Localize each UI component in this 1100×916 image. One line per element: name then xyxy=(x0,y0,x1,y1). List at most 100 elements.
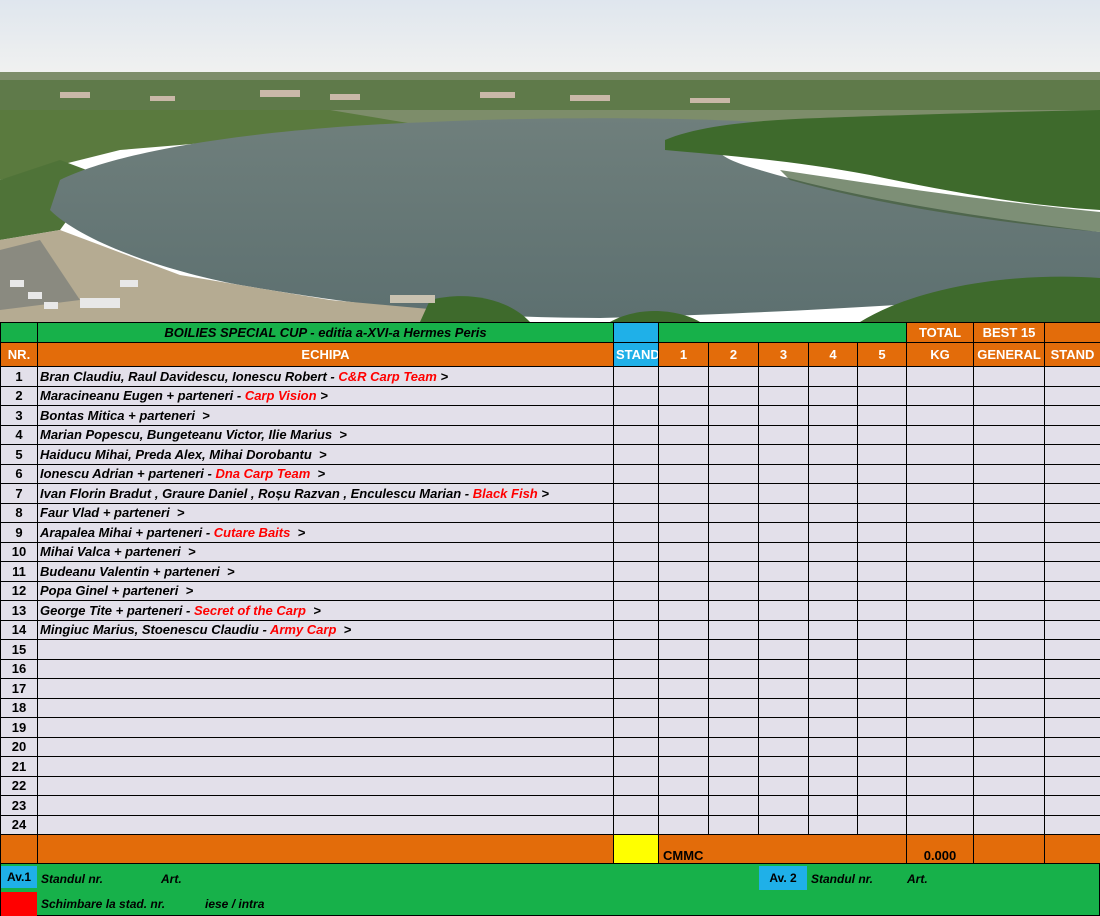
stand-cell[interactable] xyxy=(613,366,659,387)
round-cell-1[interactable] xyxy=(658,366,709,387)
final-stand-cell[interactable] xyxy=(1044,561,1100,582)
round-cell-3[interactable] xyxy=(758,658,809,679)
round-cell-5[interactable] xyxy=(857,619,907,640)
round-cell-5[interactable] xyxy=(857,424,907,445)
round-cell-2[interactable] xyxy=(708,814,759,835)
final-stand-cell[interactable] xyxy=(1044,541,1100,562)
team-cell[interactable]: Faur Vlad + parteneri > xyxy=(37,502,614,523)
round-cell-3[interactable] xyxy=(758,580,809,601)
stand-cell[interactable] xyxy=(613,502,659,523)
stand-cell[interactable] xyxy=(613,639,659,660)
round-cell-1[interactable] xyxy=(658,697,709,718)
total-kg-cell[interactable] xyxy=(906,366,974,387)
round-cell-5[interactable] xyxy=(857,775,907,796)
round-cell-1[interactable] xyxy=(658,561,709,582)
stand-cell[interactable] xyxy=(613,775,659,796)
round-cell-1[interactable] xyxy=(658,444,709,465)
round-cell-4[interactable] xyxy=(808,580,858,601)
round-cell-4[interactable] xyxy=(808,736,858,757)
round-cell-5[interactable] xyxy=(857,463,907,484)
best-general-cell[interactable] xyxy=(973,756,1045,777)
team-cell[interactable] xyxy=(37,736,614,757)
best-general-cell[interactable] xyxy=(973,424,1045,445)
total-kg-cell[interactable] xyxy=(906,619,974,640)
round-cell-4[interactable] xyxy=(808,795,858,816)
round-cell-2[interactable] xyxy=(708,717,759,738)
round-cell-5[interactable] xyxy=(857,678,907,699)
round-cell-5[interactable] xyxy=(857,561,907,582)
total-kg-cell[interactable] xyxy=(906,522,974,543)
stand-cell[interactable] xyxy=(613,483,659,504)
round-cell-4[interactable] xyxy=(808,658,858,679)
round-cell-3[interactable] xyxy=(758,678,809,699)
team-cell[interactable]: Bran Claudiu, Raul Davidescu, Ionescu Ro… xyxy=(37,366,614,387)
round-cell-2[interactable] xyxy=(708,444,759,465)
team-cell[interactable] xyxy=(37,717,614,738)
round-cell-2[interactable] xyxy=(708,424,759,445)
stand-cell[interactable] xyxy=(613,697,659,718)
final-stand-cell[interactable] xyxy=(1044,366,1100,387)
round-cell-1[interactable] xyxy=(658,619,709,640)
team-cell[interactable]: Budeanu Valentin + parteneri > xyxy=(37,561,614,582)
total-kg-cell[interactable] xyxy=(906,385,974,406)
round-cell-4[interactable] xyxy=(808,444,858,465)
round-cell-5[interactable] xyxy=(857,697,907,718)
round-cell-4[interactable] xyxy=(808,619,858,640)
final-stand-cell[interactable] xyxy=(1044,639,1100,660)
round-cell-2[interactable] xyxy=(708,658,759,679)
stand-cell[interactable] xyxy=(613,814,659,835)
round-cell-4[interactable] xyxy=(808,463,858,484)
round-cell-2[interactable] xyxy=(708,522,759,543)
final-stand-cell[interactable] xyxy=(1044,385,1100,406)
best-general-cell[interactable] xyxy=(973,502,1045,523)
round-cell-3[interactable] xyxy=(758,600,809,621)
round-cell-4[interactable] xyxy=(808,424,858,445)
team-cell[interactable]: Bontas Mitica + parteneri > xyxy=(37,405,614,426)
stand-cell[interactable] xyxy=(613,717,659,738)
final-stand-cell[interactable] xyxy=(1044,678,1100,699)
round-cell-3[interactable] xyxy=(758,502,809,523)
round-cell-4[interactable] xyxy=(808,561,858,582)
stand-cell[interactable] xyxy=(613,385,659,406)
stand-cell[interactable] xyxy=(613,795,659,816)
best-general-cell[interactable] xyxy=(973,775,1045,796)
round-cell-2[interactable] xyxy=(708,580,759,601)
total-kg-cell[interactable] xyxy=(906,600,974,621)
team-cell[interactable]: Haiducu Mihai, Preda Alex, Mihai Doroban… xyxy=(37,444,614,465)
final-stand-cell[interactable] xyxy=(1044,658,1100,679)
final-stand-cell[interactable] xyxy=(1044,502,1100,523)
round-cell-1[interactable] xyxy=(658,717,709,738)
final-stand-cell[interactable] xyxy=(1044,405,1100,426)
final-stand-cell[interactable] xyxy=(1044,756,1100,777)
best-general-cell[interactable] xyxy=(973,697,1045,718)
stand-cell[interactable] xyxy=(613,736,659,757)
round-cell-4[interactable] xyxy=(808,775,858,796)
round-cell-1[interactable] xyxy=(658,658,709,679)
round-cell-1[interactable] xyxy=(658,580,709,601)
round-cell-3[interactable] xyxy=(758,814,809,835)
round-cell-3[interactable] xyxy=(758,717,809,738)
team-cell[interactable] xyxy=(37,678,614,699)
round-cell-5[interactable] xyxy=(857,366,907,387)
stand-cell[interactable] xyxy=(613,756,659,777)
team-cell[interactable]: Ivan Florin Bradut , Graure Daniel , Roș… xyxy=(37,483,614,504)
round-cell-1[interactable] xyxy=(658,541,709,562)
best-general-cell[interactable] xyxy=(973,678,1045,699)
round-cell-3[interactable] xyxy=(758,444,809,465)
team-cell[interactable] xyxy=(37,775,614,796)
final-stand-cell[interactable] xyxy=(1044,522,1100,543)
stand-cell[interactable] xyxy=(613,600,659,621)
team-cell[interactable]: Mihai Valca + parteneri > xyxy=(37,541,614,562)
total-kg-cell[interactable] xyxy=(906,658,974,679)
round-cell-2[interactable] xyxy=(708,405,759,426)
team-cell[interactable] xyxy=(37,658,614,679)
team-cell[interactable]: Popa Ginel + parteneri > xyxy=(37,580,614,601)
total-kg-cell[interactable] xyxy=(906,795,974,816)
team-cell[interactable]: Mingiuc Marius, Stoenescu Claudiu - Army… xyxy=(37,619,614,640)
best-general-cell[interactable] xyxy=(973,405,1045,426)
round-cell-5[interactable] xyxy=(857,717,907,738)
round-cell-2[interactable] xyxy=(708,502,759,523)
team-cell[interactable] xyxy=(37,639,614,660)
final-stand-cell[interactable] xyxy=(1044,424,1100,445)
best-general-cell[interactable] xyxy=(973,619,1045,640)
